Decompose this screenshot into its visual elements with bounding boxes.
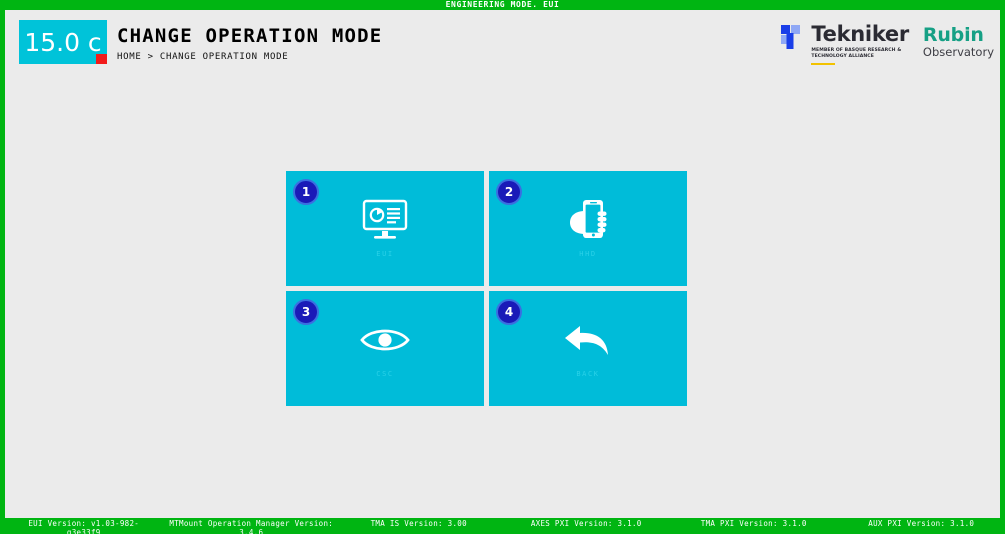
tekniker-wordmark: Tekniker [811,22,909,46]
tekniker-mark-icon [780,24,806,50]
card-label: EUI [376,250,394,258]
tekniker-text: Tekniker MEMBER OF BASQUE RESEARCH & TEC… [811,22,909,66]
card-number-badge: 2 [496,179,522,205]
rubin-subtitle: Observatory [922,45,994,59]
engineering-mode-banner: ENGINEERING MODE. EUI [0,0,1005,10]
main-panel: 15.0 c CHANGE OPERATION MODE HOME > CHAN… [5,10,1000,518]
card-label: HHD [579,250,597,258]
alarm-indicator-icon [96,54,107,64]
mode-card-back[interactable]: 4 BACK [489,291,687,406]
card-number-badge: 1 [293,179,319,205]
hand-held-device-icon [562,197,614,243]
operation-mode-grid: 1 EUI 2 HHD 3 CSC 4 BACK [286,171,687,406]
page-header: 15.0 c CHANGE OPERATION MODE HOME > CHAN… [5,10,1000,82]
breadcrumb: HOME > CHANGE OPERATION MODE [117,51,289,62]
temperature-value: 15.0 c [24,27,102,57]
rubin-observatory-logo: Rubin Observatory [923,22,994,59]
card-label: CSC [376,370,394,378]
temperature-badge: 15.0 c [19,20,107,64]
tekniker-tagline: MEMBER OF BASQUE RESEARCH & TECHNOLOGY A… [811,48,902,60]
card-number-badge: 3 [293,299,319,325]
mode-card-eui[interactable]: 1 EUI [286,171,484,286]
engineering-mode-label: ENGINEERING MODE. EUI [445,0,560,9]
tekniker-logo: Tekniker MEMBER OF BASQUE RESEARCH & TEC… [780,22,909,66]
back-arrow-icon [562,317,614,363]
page-title: CHANGE OPERATION MODE [117,25,383,47]
footer-aux-pxi-version: AUX PXI Version: 3.1.0 [868,519,975,528]
footer-tma-is-version: TMA IS Version: 3.00 [370,519,467,528]
eye-icon [359,317,411,363]
footer-axes-pxi-version: AXES PXI Version: 3.1.0 [530,519,642,528]
status-footer: EUI Version: v1.03-982- g3e33f9 MTMount … [0,518,1005,534]
logo-group: Tekniker MEMBER OF BASQUE RESEARCH & TEC… [780,22,994,66]
card-number-badge: 4 [496,299,522,325]
footer-tma-pxi-version: TMA PXI Version: 3.1.0 [700,519,807,528]
title-block: CHANGE OPERATION MODE HOME > CHANGE OPER… [117,25,383,62]
footer-eui-version: EUI Version: v1.03-982- g3e33f9 [28,519,140,534]
application-window: ENGINEERING MODE. EUI 15.0 c CHANGE OPER… [0,0,1005,534]
card-label: BACK [576,370,600,378]
footer-mtmount-version: MTMount Operation Manager Version: 3.4.6 [169,519,334,534]
mode-card-csc[interactable]: 3 CSC [286,291,484,406]
rubin-wordmark: Rubin [922,24,984,46]
mode-card-hhd[interactable]: 2 HHD [489,171,687,286]
tekniker-rule [811,63,836,66]
monitor-dashboard-icon [359,197,411,243]
